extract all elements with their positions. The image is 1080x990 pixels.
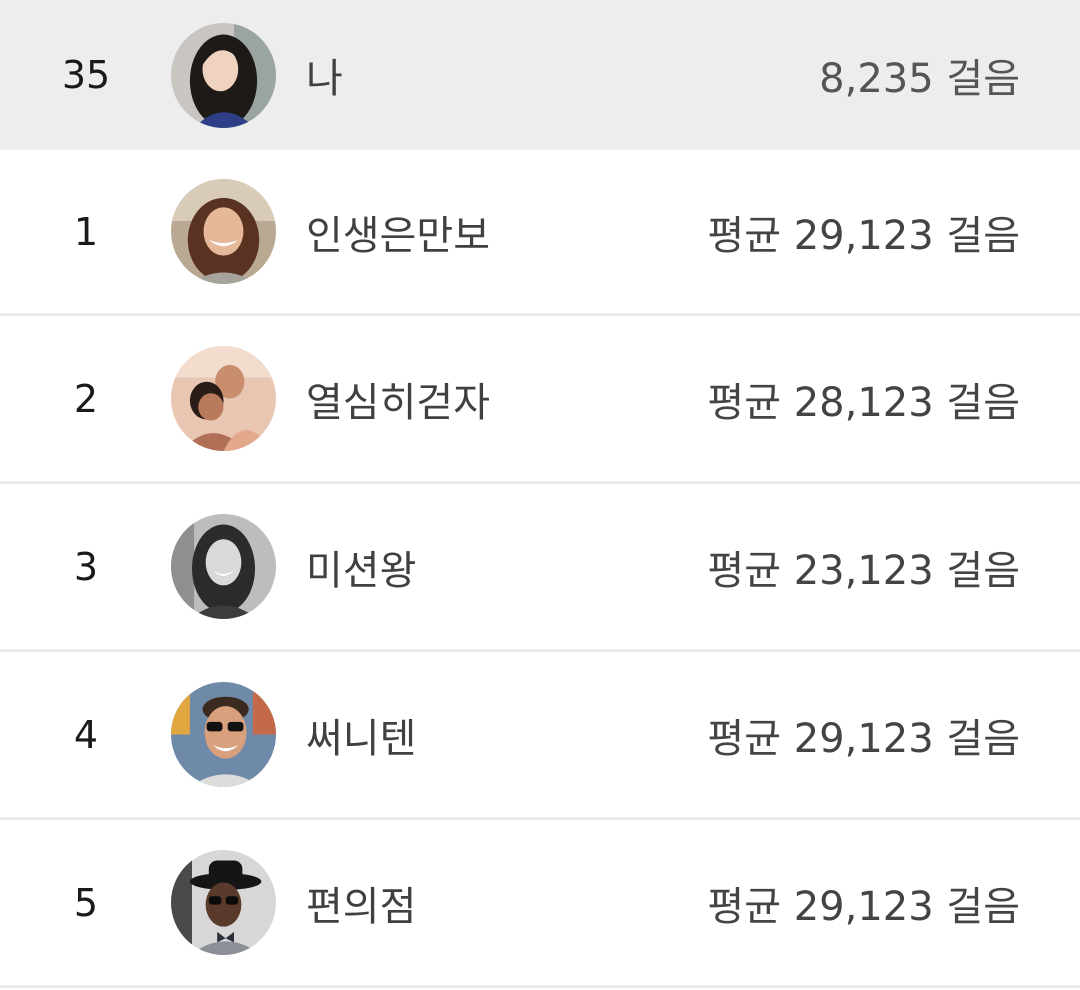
user-name: 인생은만보 [306,212,490,259]
ranking-list: 35 나 8,235 걸음 1 인생은만보 평균 29,123 걸음 2 열심히… [0,0,1080,988]
user-name: 나 [306,56,343,102]
rank-number: 4 [73,712,99,757]
avatar-image [171,850,276,955]
step-count: 평균 29,123 걸음 [707,212,1020,259]
user-name: 써니텐 [306,715,417,762]
user-name: 편의점 [306,883,417,930]
ranking-row[interactable]: 1 인생은만보 평균 29,123 걸음 [0,150,1080,316]
profile-photo-icon[interactable] [171,179,276,284]
my-rank-row[interactable]: 35 나 8,235 걸음 [0,0,1080,150]
profile-photo-icon[interactable] [171,850,276,955]
ranking-row[interactable]: 5 편의점 평균 29,123 걸음 [0,820,1080,988]
avatar-image [171,22,276,128]
profile-photo-icon[interactable] [171,682,276,787]
ranking-row[interactable]: 2 열심히걷자 평균 28,123 걸음 [0,316,1080,484]
profile-photo-icon[interactable] [171,346,276,451]
user-name: 미션왕 [306,547,417,594]
rank-number: 1 [73,209,99,254]
rank-number: 3 [73,544,99,589]
ranking-row[interactable]: 4 써니텐 평균 29,123 걸음 [0,652,1080,820]
profile-photo-icon[interactable] [171,22,276,128]
step-count: 평균 29,123 걸음 [707,715,1020,762]
user-name: 열심히걷자 [306,379,490,426]
profile-photo-icon[interactable] [171,514,276,619]
ranking-row[interactable]: 3 미션왕 평균 23,123 걸음 [0,484,1080,652]
avatar-image [171,514,276,619]
avatar-image [171,179,276,284]
step-count: 평균 23,123 걸음 [707,547,1020,594]
rank-number: 35 [61,53,111,97]
step-count: 평균 29,123 걸음 [707,883,1020,930]
step-count: 8,235 걸음 [819,56,1020,102]
rank-number: 2 [73,376,99,421]
rank-number: 5 [73,880,99,925]
avatar-image [171,682,276,787]
avatar-image [171,346,276,451]
step-count: 평균 28,123 걸음 [707,379,1020,426]
